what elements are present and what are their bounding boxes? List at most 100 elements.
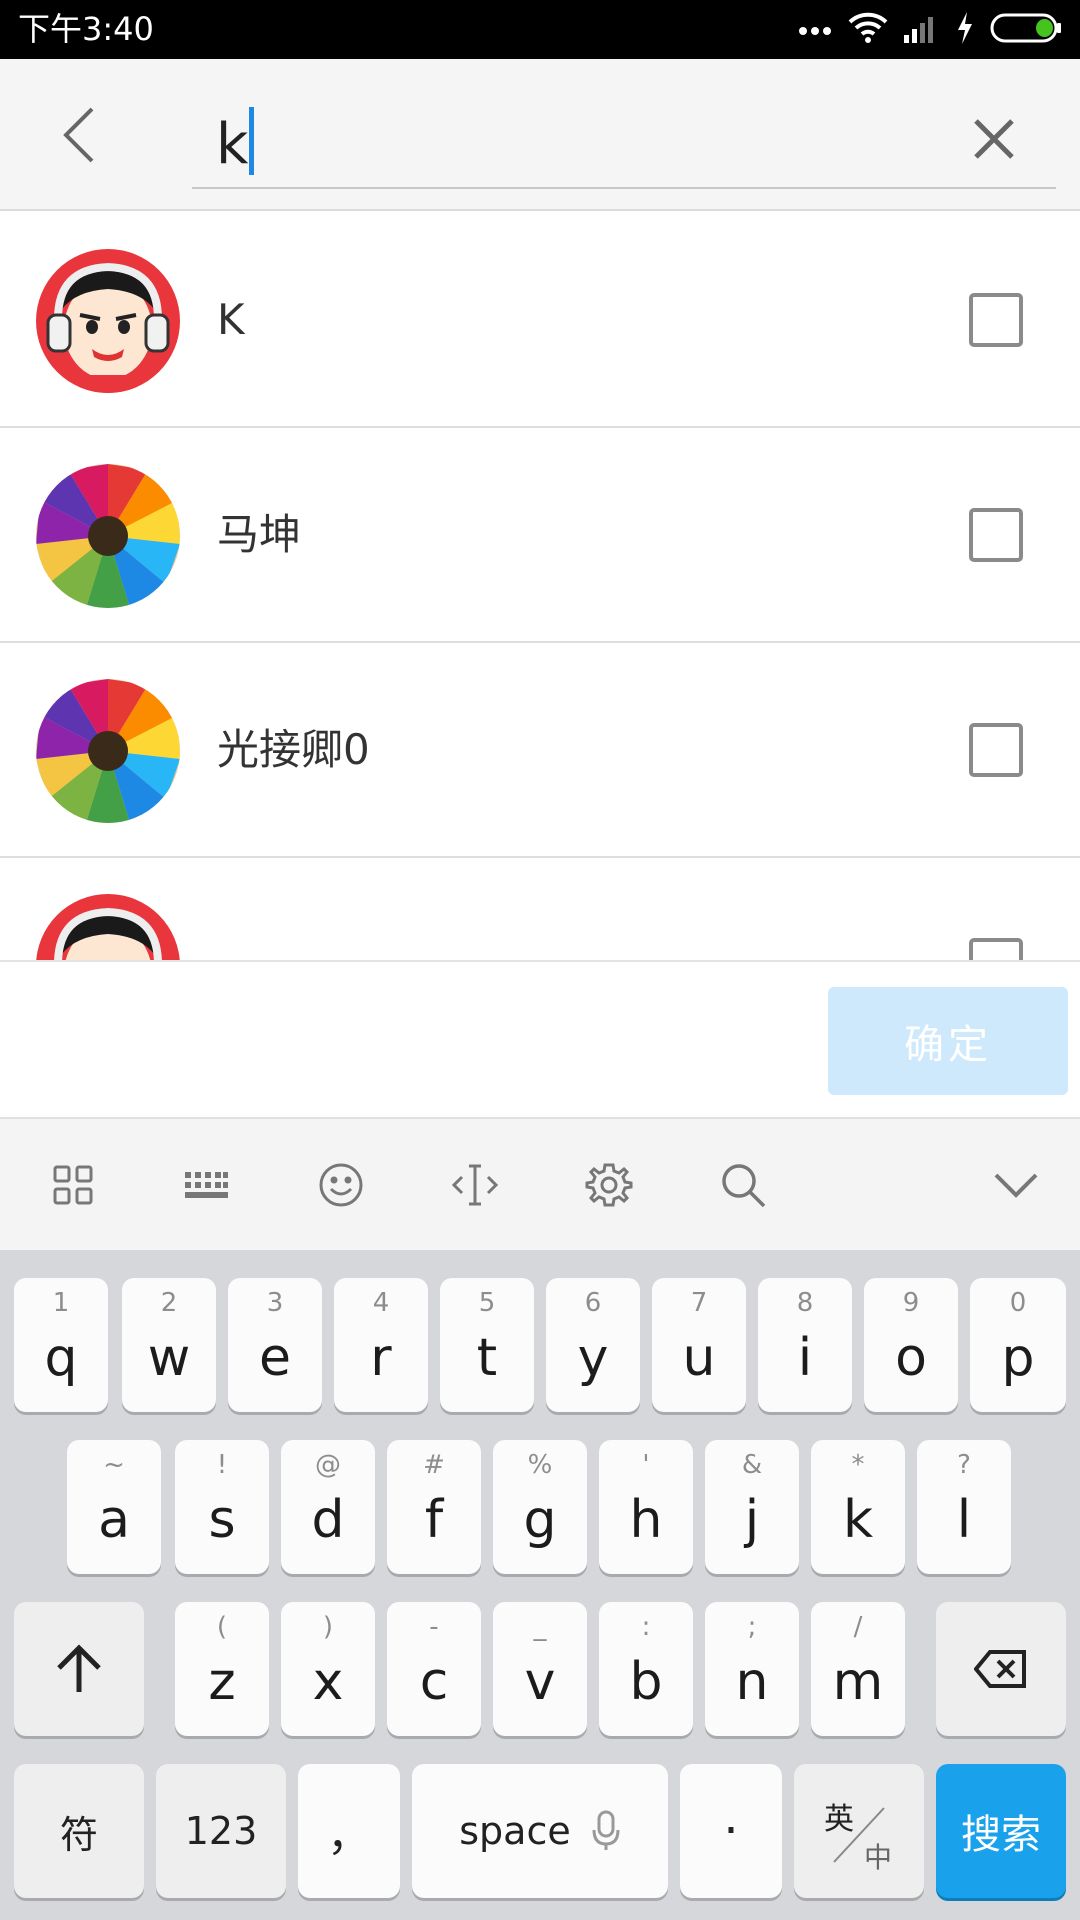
emoji-icon[interactable] bbox=[305, 1149, 377, 1221]
confirm-bar: 确定 bbox=[0, 960, 1080, 1117]
key-label: o bbox=[895, 1328, 927, 1388]
collapse-chevron-icon[interactable] bbox=[980, 1149, 1052, 1221]
shift-arrow-icon bbox=[57, 1644, 101, 1692]
contact-row[interactable]: 马坤 bbox=[0, 428, 1080, 643]
key-label: y bbox=[577, 1328, 609, 1388]
key-s[interactable]: ! s bbox=[175, 1440, 269, 1574]
key-m[interactable]: / m bbox=[811, 1602, 905, 1736]
key-a[interactable]: ~ a bbox=[67, 1440, 161, 1574]
key-hint: / bbox=[853, 1612, 863, 1642]
key-r[interactable]: 4r bbox=[334, 1278, 428, 1412]
key-label: v bbox=[524, 1652, 556, 1712]
contact-list: K 马坤 光接卿0 bbox=[0, 213, 1080, 960]
key-g[interactable]: % g bbox=[493, 1440, 587, 1574]
key-w[interactable]: 2w bbox=[122, 1278, 216, 1412]
key-label: l bbox=[956, 1490, 972, 1550]
charging-icon bbox=[956, 12, 974, 48]
select-checkbox[interactable] bbox=[969, 723, 1023, 777]
key-b[interactable]: :b bbox=[599, 1602, 693, 1736]
contact-row[interactable]: 光接卿0 bbox=[0, 643, 1080, 858]
cursor-icon[interactable] bbox=[439, 1149, 511, 1221]
search-enter-key[interactable]: 搜索 bbox=[936, 1764, 1066, 1898]
key-n[interactable]: ; n bbox=[705, 1602, 799, 1736]
symbols-key[interactable]: 符 bbox=[14, 1764, 144, 1898]
key-label: 符 bbox=[59, 1812, 98, 1857]
cartoon-headphones-avatar bbox=[36, 249, 180, 393]
key-label: h bbox=[629, 1490, 663, 1550]
key-hint: ~ bbox=[103, 1450, 125, 1480]
key-label: k bbox=[842, 1490, 874, 1550]
contact-name: 光接卿0 bbox=[217, 725, 370, 774]
back-arrow-icon bbox=[63, 107, 94, 163]
key-v[interactable]: _ v bbox=[493, 1602, 587, 1736]
key-hint: : bbox=[641, 1612, 651, 1642]
language-switch-key[interactable]: 英 中 bbox=[794, 1764, 924, 1898]
key-hint: 4 bbox=[372, 1288, 390, 1318]
key-j[interactable]: & j bbox=[705, 1440, 799, 1574]
numbers-key[interactable]: 123 bbox=[156, 1764, 286, 1898]
key-label: j bbox=[744, 1490, 760, 1550]
key-hint: 2 bbox=[160, 1288, 178, 1318]
lang-chinese-label: 中 bbox=[864, 1841, 893, 1874]
status-bar: 下午3:40 bbox=[0, 0, 1080, 59]
confirm-button[interactable]: 确定 bbox=[828, 987, 1068, 1095]
key-label: p bbox=[1001, 1328, 1035, 1388]
key-label: 123 bbox=[184, 1809, 258, 1853]
key-label: u bbox=[682, 1328, 716, 1388]
key-hint: 7 bbox=[690, 1288, 708, 1318]
key-h[interactable]: ' h bbox=[599, 1440, 693, 1574]
key-hint: ' bbox=[642, 1450, 650, 1480]
settings-icon[interactable] bbox=[573, 1149, 645, 1221]
contact-name: 马坤 bbox=[217, 510, 302, 559]
backspace-key[interactable] bbox=[936, 1602, 1066, 1736]
color-pencils-avatar bbox=[36, 464, 180, 608]
key-k[interactable]: * k bbox=[811, 1440, 905, 1574]
key-t[interactable]: 5t bbox=[440, 1278, 534, 1412]
key-p[interactable]: 0p bbox=[970, 1278, 1066, 1412]
contact-row[interactable]: K bbox=[0, 213, 1080, 428]
key-e[interactable]: 3e bbox=[228, 1278, 322, 1412]
key-label: e bbox=[259, 1328, 291, 1388]
key-hint: % bbox=[527, 1450, 553, 1480]
key-label: · bbox=[723, 1803, 739, 1859]
select-checkbox[interactable] bbox=[969, 938, 1023, 960]
key-i[interactable]: 8i bbox=[758, 1278, 852, 1412]
key-d[interactable]: @ d bbox=[281, 1440, 375, 1574]
key-f[interactable]: # f bbox=[387, 1440, 481, 1574]
key-q[interactable]: 1q bbox=[14, 1278, 108, 1412]
search-input[interactable]: k bbox=[192, 89, 1056, 189]
space-key[interactable]: space bbox=[412, 1764, 668, 1898]
backspace-icon bbox=[974, 1650, 1026, 1688]
key-label: i bbox=[797, 1328, 813, 1388]
key-hint: ; bbox=[747, 1612, 757, 1642]
key-x[interactable]: ) x bbox=[281, 1602, 375, 1736]
search-icon[interactable] bbox=[707, 1149, 779, 1221]
period-key[interactable]: · bbox=[680, 1764, 782, 1898]
select-checkbox[interactable] bbox=[969, 508, 1023, 562]
grid-icon[interactable] bbox=[37, 1149, 109, 1221]
key-label: d bbox=[311, 1490, 345, 1550]
key-o[interactable]: 9o bbox=[864, 1278, 958, 1412]
key-label: q bbox=[44, 1328, 78, 1388]
key-label: b bbox=[629, 1652, 663, 1712]
key-hint: - bbox=[429, 1612, 439, 1642]
key-u[interactable]: 7u bbox=[652, 1278, 746, 1412]
key-l[interactable]: ? l bbox=[917, 1440, 1011, 1574]
contact-row[interactable] bbox=[0, 858, 1080, 960]
key-hint: ) bbox=[322, 1612, 334, 1642]
comma-key[interactable]: ， bbox=[298, 1764, 400, 1898]
keyboard-icon[interactable] bbox=[170, 1149, 242, 1221]
clear-search-button[interactable] bbox=[956, 101, 1032, 177]
key-c[interactable]: -c bbox=[387, 1602, 481, 1736]
key-y[interactable]: 6y bbox=[546, 1278, 640, 1412]
key-hint: ! bbox=[216, 1450, 228, 1480]
key-hint: 0 bbox=[1009, 1288, 1027, 1318]
select-checkbox[interactable] bbox=[969, 293, 1023, 347]
soft-keyboard: 1q 2w 3e 4r 5t 6y 7u 8i 9o 0p ~ a ! s @ d #… bbox=[0, 1250, 1080, 1920]
back-button[interactable] bbox=[40, 95, 120, 175]
key-z[interactable]: (z bbox=[175, 1602, 269, 1736]
key-label: m bbox=[832, 1652, 884, 1712]
shift-key[interactable] bbox=[14, 1602, 144, 1736]
wifi-icon bbox=[848, 12, 888, 48]
text-caret bbox=[249, 107, 255, 175]
